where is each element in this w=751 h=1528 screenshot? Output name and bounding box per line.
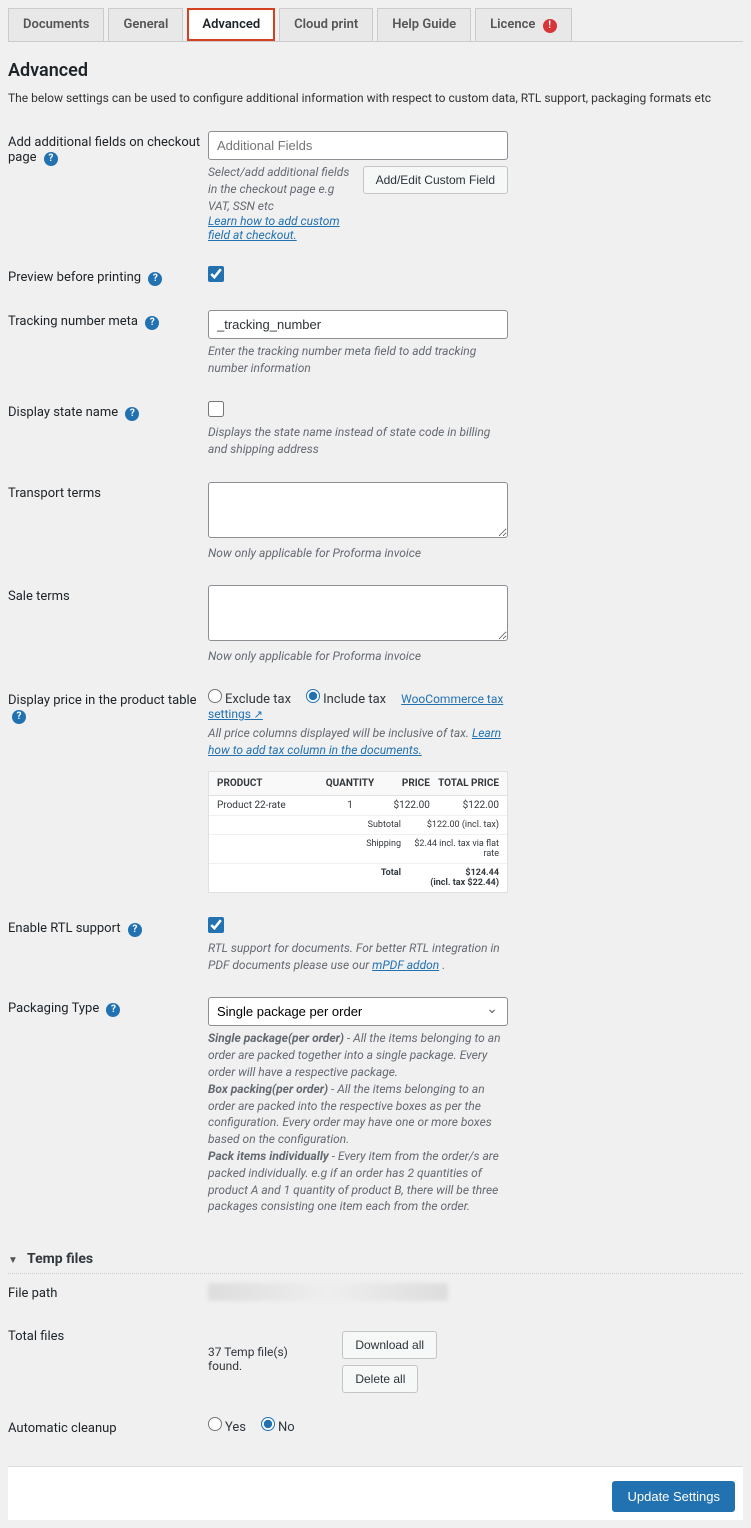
cell-product: Product 22-rate: [217, 800, 323, 811]
tab-general[interactable]: General: [108, 8, 183, 41]
exclude-tax-option[interactable]: Exclude tax: [208, 692, 291, 707]
delete-all-button[interactable]: Delete all: [342, 1365, 418, 1393]
price-preview-table: PRODUCT QUANTITY PRICE TOTAL PRICE Produ…: [208, 771, 508, 893]
help-icon[interactable]: ?: [106, 1003, 120, 1017]
cell-total: $122.00: [430, 800, 499, 811]
tracking-input[interactable]: [208, 310, 508, 339]
total-files-label: Total files: [8, 1329, 64, 1344]
mpdf-addon-link[interactable]: mPDF addon: [372, 958, 439, 972]
help-icon[interactable]: ?: [145, 316, 159, 330]
include-tax-option[interactable]: Include tax: [306, 692, 386, 707]
temp-files-section[interactable]: ▼ Temp files: [8, 1251, 743, 1274]
help-icon[interactable]: ?: [44, 152, 58, 166]
learn-custom-field-link[interactable]: Learn how to add custom field at checkou…: [208, 214, 340, 242]
cleanup-yes-radio[interactable]: [208, 1417, 222, 1431]
warning-icon: !: [543, 19, 557, 33]
transport-label: Transport terms: [8, 486, 101, 501]
sale-desc: Now only applicable for Proforma invoice: [208, 648, 508, 665]
settings-tabs: Documents General Advanced Cloud print H…: [8, 8, 743, 42]
tab-cloud-print[interactable]: Cloud print: [279, 8, 373, 41]
cell-qty: 1: [323, 800, 376, 811]
cleanup-yes-option[interactable]: Yes: [208, 1420, 246, 1435]
total-files-value: 37 Temp file(s) found.: [208, 1345, 312, 1373]
file-path-value: [208, 1283, 448, 1301]
tab-advanced[interactable]: Advanced: [187, 8, 275, 41]
tracking-label: Tracking number meta: [8, 314, 138, 329]
packaging-select[interactable]: Single package per order: [208, 997, 508, 1026]
state-name-checkbox[interactable]: [208, 401, 224, 417]
download-all-button[interactable]: Download all: [342, 1331, 437, 1359]
preview-label: Preview before printing: [8, 270, 141, 285]
intro-text: The below settings can be used to config…: [8, 91, 743, 105]
state-name-desc: Displays the state name instead of state…: [208, 424, 508, 458]
tab-licence-label: Licence: [490, 17, 535, 32]
sale-textarea[interactable]: [208, 585, 508, 641]
file-path-label: File path: [8, 1286, 57, 1301]
page-title: Advanced: [8, 60, 743, 81]
cleanup-no-option[interactable]: No: [261, 1420, 295, 1435]
transport-desc: Now only applicable for Proforma invoice: [208, 545, 508, 562]
help-icon[interactable]: ?: [148, 272, 162, 286]
help-icon[interactable]: ?: [12, 710, 26, 724]
help-icon[interactable]: ?: [128, 923, 142, 937]
tab-documents[interactable]: Documents: [8, 8, 104, 41]
price-table-label: Display price in the product table: [8, 693, 197, 708]
col-price: PRICE: [377, 778, 430, 789]
rtl-desc-prefix: RTL support for documents. For better RT…: [208, 941, 500, 972]
transport-textarea[interactable]: [208, 482, 508, 538]
cleanup-label: Automatic cleanup: [8, 1421, 117, 1436]
rtl-label: Enable RTL support: [8, 921, 121, 936]
update-settings-button[interactable]: Update Settings: [612, 1481, 735, 1512]
cell-price: $122.00: [377, 800, 430, 811]
col-total: TOTAL PRICE: [430, 778, 499, 789]
col-product: PRODUCT: [217, 778, 323, 789]
tab-licence[interactable]: Licence !: [475, 8, 571, 41]
sale-label: Sale terms: [8, 589, 70, 604]
additional-fields-label: Add additional fields on checkout page: [8, 135, 200, 165]
tab-help-guide[interactable]: Help Guide: [377, 8, 471, 41]
col-qty: QUANTITY: [323, 778, 376, 789]
state-name-label: Display state name: [8, 405, 118, 420]
tracking-desc: Enter the tracking number meta field to …: [208, 343, 508, 377]
additional-fields-desc: Select/add additional fields in the chec…: [208, 164, 355, 214]
include-tax-radio[interactable]: [306, 689, 320, 703]
help-icon[interactable]: ?: [125, 407, 139, 421]
price-desc-prefix: All price columns displayed will be incl…: [208, 726, 472, 740]
additional-fields-input[interactable]: [208, 131, 508, 160]
preview-checkbox[interactable]: [208, 266, 224, 282]
add-edit-custom-field-button[interactable]: Add/Edit Custom Field: [363, 166, 508, 194]
exclude-tax-radio[interactable]: [208, 689, 222, 703]
chevron-down-icon: ▼: [8, 1255, 18, 1266]
packaging-label: Packaging Type: [8, 1001, 99, 1016]
rtl-checkbox[interactable]: [208, 917, 224, 933]
cleanup-no-radio[interactable]: [261, 1417, 275, 1431]
